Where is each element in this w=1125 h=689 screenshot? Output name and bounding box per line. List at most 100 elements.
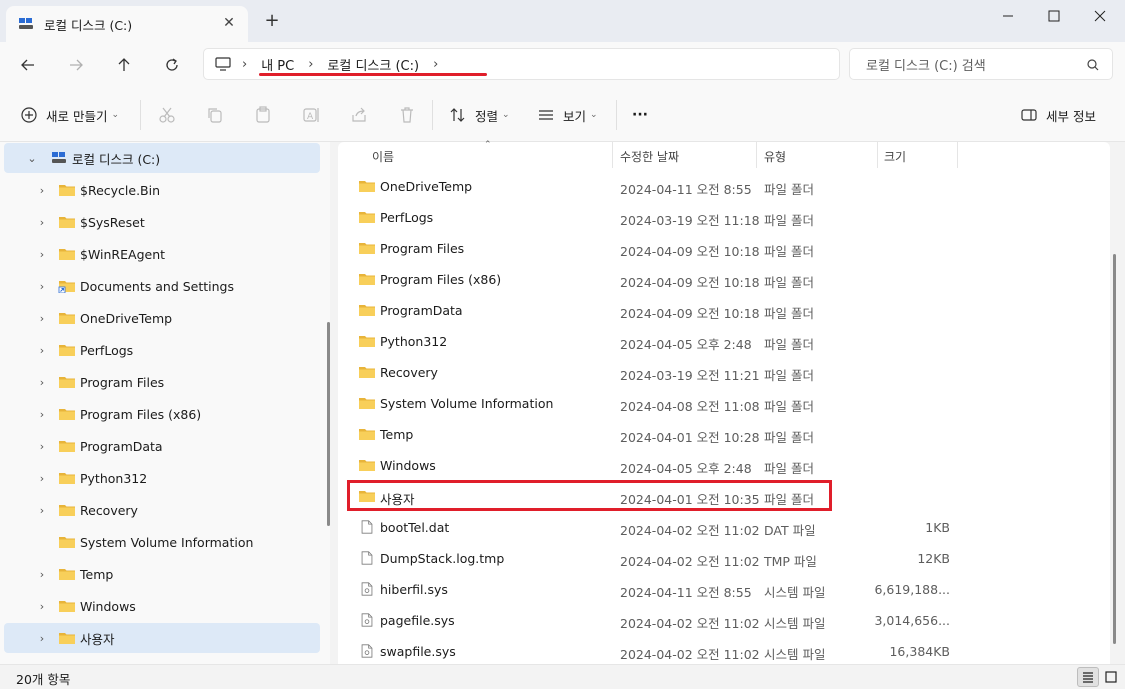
sidebar-item[interactable]: System Volume Information <box>4 527 320 557</box>
table-row[interactable]: Program Files (x86) 2024-04-09 오전 10:18 파일… <box>344 264 1104 295</box>
view-button[interactable]: 보기 ⌄ <box>537 100 598 130</box>
cut-button[interactable] <box>158 100 176 130</box>
sidebar-item[interactable]: › PerfLogs <box>4 335 320 365</box>
column-divider[interactable] <box>756 142 757 168</box>
refresh-button[interactable] <box>157 51 187 79</box>
copy-button[interactable] <box>206 100 224 130</box>
cell-type: 파일 폴더 <box>764 244 814 259</box>
column-header-name[interactable]: 이름 <box>372 142 394 170</box>
sidebar-item[interactable]: › 사용자 <box>4 623 320 653</box>
sidebar-item[interactable]: › Program Files <box>4 367 320 397</box>
sidebar-scrollbar[interactable] <box>327 322 330 526</box>
share-button[interactable] <box>350 100 368 130</box>
up-button[interactable] <box>109 51 139 79</box>
search-icon <box>1087 59 1099 71</box>
chevron-right-icon[interactable]: › <box>36 408 48 421</box>
chevron-right-icon[interactable]: › <box>36 312 48 325</box>
tab-local-disk[interactable]: 로컬 디스크 (C:) ✕ <box>6 6 248 42</box>
table-row[interactable]: swapfile.sys 2024-04-02 오전 11:02 시스템 파일 16,… <box>344 636 1104 667</box>
forward-button[interactable] <box>61 51 91 79</box>
chevron-right-icon[interactable]: › <box>36 376 48 389</box>
chevron-right-icon[interactable]: › <box>36 472 48 485</box>
sidebar-item[interactable]: › Python312 <box>4 463 320 493</box>
table-row[interactable]: ProgramData 2024-04-09 오전 10:18 파일 폴더 <box>344 295 1104 326</box>
details-pane-button[interactable]: 세부 정보 <box>1020 100 1096 130</box>
cell-type: DAT 파일 <box>764 523 816 538</box>
chevron-right-icon[interactable]: › <box>36 344 48 357</box>
table-row[interactable]: Recovery 2024-03-19 오전 11:21 파일 폴더 <box>344 357 1104 388</box>
column-header-type[interactable]: 유형 <box>764 142 786 170</box>
table-row[interactable]: pagefile.sys 2024-04-02 오전 11:02 시스템 파일 3,0… <box>344 605 1104 636</box>
chevron-right-icon[interactable]: › <box>36 280 48 293</box>
window-close-icon <box>1094 10 1106 22</box>
sidebar-item[interactable]: › $WinREAgent <box>4 239 320 269</box>
table-row[interactable]: DumpStack.log.tmp 2024-04-02 오전 11:02 TMP … <box>344 543 1104 574</box>
sidebar-item-local-disk[interactable]: ⌄ 로컬 디스크 (C:) <box>4 143 320 173</box>
table-row[interactable]: hiberfil.sys 2024-04-11 오전 8:55 시스템 파일 6,61… <box>344 574 1104 605</box>
table-row[interactable]: OneDriveTemp 2024-04-11 오전 8:55 파일 폴더 <box>344 171 1104 202</box>
chevron-right-icon[interactable]: › <box>433 57 438 72</box>
table-row[interactable]: bootTel.dat 2024-04-02 오전 11:02 DAT 파일 1KB <box>344 512 1104 543</box>
chevron-right-icon[interactable]: › <box>36 184 48 197</box>
system-file-icon <box>361 644 373 658</box>
sidebar-item[interactable]: › Recovery <box>4 495 320 525</box>
chevron-right-icon[interactable]: › <box>36 632 48 645</box>
command-bar: 새로 만들기 ⌄ A 정렬 ⌄ 보기 ⌄ ··· 세부 정보 <box>0 88 1125 142</box>
chevron-right-icon[interactable]: › <box>242 57 247 72</box>
chevron-right-icon[interactable]: › <box>36 216 48 229</box>
cell-date: 2024-03-19 오전 11:21 <box>620 368 760 383</box>
rename-button[interactable]: A <box>302 100 320 130</box>
sidebar-item[interactable]: › Documents and Settings <box>4 271 320 301</box>
chevron-right-icon[interactable]: › <box>36 600 48 613</box>
column-divider[interactable] <box>877 142 878 168</box>
sidebar-item[interactable]: › Windows <box>4 591 320 621</box>
chevron-right-icon[interactable]: › <box>308 57 313 72</box>
search-input[interactable]: 로컬 디스크 (C:) 검색 <box>849 48 1113 80</box>
sidebar-item[interactable]: › $Recycle.Bin <box>4 175 320 205</box>
breadcrumb-local-disk[interactable]: 로컬 디스크 (C:) <box>327 55 419 74</box>
more-options-button[interactable]: ··· <box>632 100 648 130</box>
window-close-button[interactable] <box>1077 0 1123 32</box>
paste-button[interactable] <box>254 100 272 130</box>
chevron-right-icon[interactable]: › <box>36 440 48 453</box>
search-placeholder: 로컬 디스크 (C:) 검색 <box>866 58 986 74</box>
table-row[interactable]: Windows 2024-04-05 오후 2:48 파일 폴더 <box>344 450 1104 481</box>
column-header-size[interactable]: 크기 <box>884 142 906 170</box>
cell-date: 2024-04-05 오후 2:48 <box>620 337 752 352</box>
table-row[interactable]: Python312 2024-04-05 오후 2:48 파일 폴더 <box>344 326 1104 357</box>
sidebar-item[interactable]: › $SysReset <box>4 207 320 237</box>
chevron-right-icon[interactable]: › <box>36 504 48 517</box>
minimize-button[interactable] <box>985 0 1031 32</box>
chevron-right-icon[interactable]: › <box>36 248 48 261</box>
chevron-down-icon[interactable]: ⌄ <box>26 152 38 165</box>
folder-icon <box>359 212 375 223</box>
delete-button[interactable] <box>398 100 416 130</box>
maximize-button[interactable] <box>1031 0 1077 32</box>
table-row[interactable]: PerfLogs 2024-03-19 오전 11:18 파일 폴더 <box>344 202 1104 233</box>
sidebar-item[interactable]: › Temp <box>4 559 320 589</box>
paste-icon <box>256 106 270 123</box>
sort-button[interactable]: 정렬 ⌄ <box>449 100 510 130</box>
annotation-highlight-box <box>347 480 832 511</box>
sidebar-item[interactable]: › Program Files (x86) <box>4 399 320 429</box>
new-tab-button[interactable]: + <box>262 12 282 32</box>
column-divider[interactable] <box>957 142 958 168</box>
close-icon[interactable]: ✕ <box>220 14 238 32</box>
column-header-date[interactable]: 수정한 날짜 <box>620 142 679 170</box>
file-list-scrollbar[interactable] <box>1113 254 1116 644</box>
new-button[interactable]: 새로 만들기 ⌄ <box>20 100 119 130</box>
breadcrumb-this-pc[interactable]: 내 PC <box>261 55 294 74</box>
cell-name: Recovery <box>380 365 438 380</box>
folder-icon <box>359 367 375 378</box>
details-view-button[interactable] <box>1077 667 1099 687</box>
table-row[interactable]: System Volume Information 2024-04-08 오전 1… <box>344 388 1104 419</box>
sidebar-item[interactable]: › OneDriveTemp <box>4 303 320 333</box>
back-button[interactable] <box>13 51 43 79</box>
table-row[interactable]: Temp 2024-04-01 오전 10:28 파일 폴더 <box>344 419 1104 450</box>
chevron-right-icon[interactable]: › <box>36 568 48 581</box>
tiles-view-button[interactable] <box>1100 667 1122 687</box>
sidebar-item[interactable]: › ProgramData <box>4 431 320 461</box>
table-row[interactable]: Program Files 2024-04-09 오전 10:18 파일 폴더 <box>344 233 1104 264</box>
column-divider[interactable] <box>612 142 613 168</box>
chevron-down-icon: ⌄ <box>590 110 598 120</box>
